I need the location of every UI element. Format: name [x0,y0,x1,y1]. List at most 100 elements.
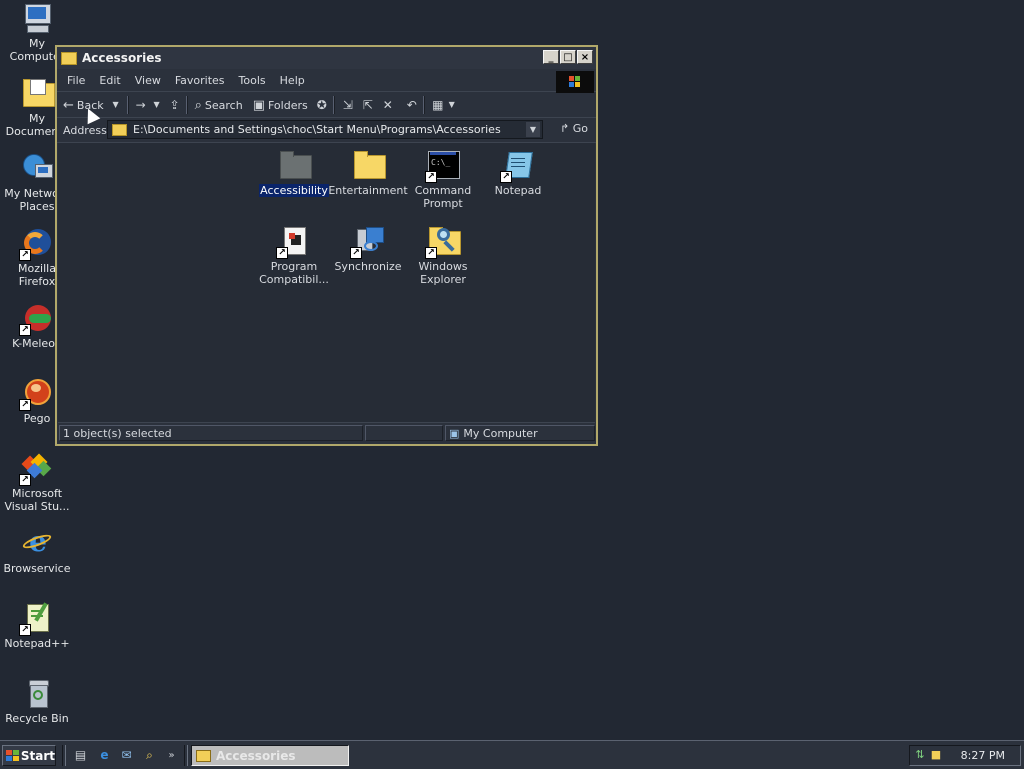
search-button[interactable]: ⌕ Search [192,95,246,115]
item-synchronize[interactable]: ↗ Synchronize [328,225,408,273]
folders-label: Folders [268,98,308,112]
menu-file[interactable]: File [67,74,85,87]
desktop-icon-label: Browservice [3,562,71,575]
start-label: Start [20,748,55,763]
item-label: Program Compatibil... [259,260,329,286]
toolbar: ← Back ▼ → ▼ ⇪ ⌕ Search ▣ Folders ✪ ⇲ ⇱ … [57,93,596,118]
item-label: Entertainment [328,184,408,197]
move-to-icon[interactable]: ⇲ [341,98,355,112]
address-bar: Address E:\Documents and Settings\choc\S… [57,118,596,143]
file-view[interactable]: Accessibility Entertainment C:\_ ↗ Comma… [58,143,595,423]
taskbar-button-accessories[interactable]: Accessories [191,745,349,766]
address-path: E:\Documents and Settings\choc\Start Men… [133,123,501,136]
windows-explorer-icon[interactable]: ⌕ [141,747,158,764]
folders-icon: ▣ [252,97,265,113]
close-button[interactable]: × [577,50,593,64]
windows-logo [556,71,594,93]
status-zone-label: My Computer [463,426,538,440]
copy-to-icon[interactable]: ⇱ [361,98,375,112]
item-program-compatibility[interactable]: ↗ Program Compatibil... [254,225,334,286]
views-dropdown-icon[interactable]: ▼ [445,98,459,112]
toolbar-separator [422,96,425,114]
status-empty [365,425,443,441]
notepad-icon: ↗ [500,149,534,183]
desktop-icon-label: Recycle Bin [5,712,69,725]
taskbar-divider [62,745,66,766]
clock[interactable]: 8:27 PM [961,749,1005,762]
forward-arrow-icon[interactable]: → [134,98,148,112]
item-notepad[interactable]: ↗ Notepad [478,149,558,197]
views-icon[interactable]: ▦ [431,98,445,112]
history-icon[interactable]: ✪ [315,98,329,112]
forward-dropdown-icon[interactable]: ▼ [150,98,164,112]
folder-icon [112,123,127,136]
internet-explorer-icon[interactable]: e [96,747,113,764]
back-dropdown-icon[interactable]: ▼ [109,98,123,112]
show-desktop-icon[interactable]: ▤ [72,747,89,764]
address-dropdown-icon[interactable]: ▼ [526,122,540,137]
toolbar-separator [126,96,129,114]
program-compat-icon: ↗ [276,225,310,259]
address-field[interactable]: E:\Documents and Settings\choc\Start Men… [107,120,543,139]
firefox-icon: ↗ [19,227,53,261]
desktop-icon-label: Notepad++ [4,637,70,650]
search-label: Search [204,98,243,112]
go-label: Go [572,122,588,135]
maximize-button[interactable]: □ [560,50,576,64]
folder-gray-icon [278,149,312,181]
task-label: Accessories [216,748,296,763]
windows-flag-icon [569,76,581,87]
toolbar-separator [332,96,335,114]
desktop-icon-browservice[interactable]: e Browservice [0,527,74,576]
status-zone: ▣ My Computer [445,425,595,441]
address-label: Address [63,123,107,137]
minimize-button[interactable]: _ [543,50,559,64]
item-windows-explorer[interactable]: ↗ Windows Explorer [403,225,483,286]
item-label: Synchronize [334,260,402,273]
status-bar: 1 object(s) selected ▣ My Computer [58,422,595,443]
taskbar-divider [184,745,188,766]
desktop-icon-recycle-bin[interactable]: Recycle Bin [0,677,74,725]
desktop-icon-visual-studio[interactable]: ↗ Microsoft Visual Stu... [0,452,74,513]
my-computer-icon: ▣ [449,426,460,440]
menu-edit[interactable]: Edit [99,74,120,87]
folder-icon [196,749,211,762]
system-tray: ⇅ ■ 8:27 PM [909,745,1021,766]
documents-folder-icon [21,77,55,109]
go-arrow-icon: ↱ [560,122,570,135]
up-folder-icon[interactable]: ⇪ [168,98,182,112]
desktop-icon-notepadpp[interactable]: ↗ Notepad++ [0,602,74,650]
more-chevron-icon[interactable]: » [163,747,180,764]
menu-tools[interactable]: Tools [239,74,266,87]
window-title: Accessories [82,51,162,65]
outlook-express-icon[interactable]: ✉ [118,747,135,764]
visual-studio-icon: ↗ [19,452,53,486]
synchronize-icon: ↗ [350,225,384,259]
undo-icon[interactable]: ↶ [405,98,419,112]
item-command-prompt[interactable]: C:\_ ↗ Command Prompt [403,149,483,210]
explorer-window[interactable]: Accessories _ □ × File Edit View Favorit… [55,45,598,446]
notepadpp-icon: ↗ [19,602,53,636]
windows-explorer-icon: ↗ [425,225,461,259]
toolbar-separator [185,96,188,114]
folders-button[interactable]: ▣ Folders [250,95,311,115]
pego-icon: ↗ [19,377,53,411]
network-tray-icon[interactable]: ⇅ [913,748,927,762]
folder-icon [61,51,77,65]
menu-view[interactable]: View [135,74,161,87]
title-bar[interactable]: Accessories _ □ × [57,47,596,69]
back-arrow-icon: ← [63,97,74,113]
menu-help[interactable]: Help [280,74,305,87]
delete-icon[interactable]: ✕ [381,98,395,112]
item-label: Notepad [494,184,542,197]
item-accessibility[interactable]: Accessibility [254,149,334,197]
start-button[interactable]: Start [2,745,56,766]
menu-favorites[interactable]: Favorites [175,74,225,87]
monitor-icon [21,2,53,34]
search-icon: ⌕ [194,97,202,113]
item-entertainment[interactable]: Entertainment [328,149,408,197]
desktop-icon-label: Microsoft Visual Stu... [4,487,70,513]
tray-app-icon[interactable]: ■ [929,748,943,762]
menu-bar: File Edit View Favorites Tools Help [57,69,596,92]
go-button[interactable]: ↱ Go [560,122,588,135]
